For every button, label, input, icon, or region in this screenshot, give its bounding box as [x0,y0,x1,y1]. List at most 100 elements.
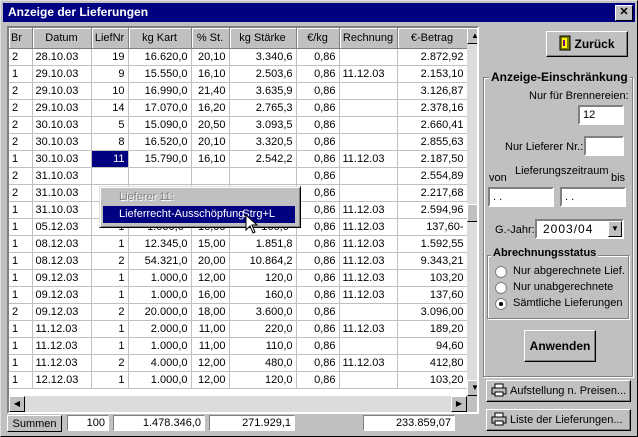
table-cell[interactable]: 1 [9,371,33,389]
table-cell[interactable]: 3.320,5 [229,133,297,151]
radio-nur-abgerechnete[interactable] [495,266,507,278]
table-cell[interactable]: 11.12.03 [32,354,92,372]
table-cell[interactable]: 12,00 [191,269,230,287]
scroll-left-icon[interactable]: ◀ [9,396,25,412]
column-header[interactable]: LiefNr [91,28,129,49]
table-cell[interactable]: 189,20 [397,320,468,338]
table-cell[interactable]: 1.592,55 [397,235,468,253]
table-cell[interactable]: 137,60 [397,286,468,304]
table-cell[interactable] [339,337,398,355]
table-cell[interactable]: 08.12.03 [32,252,92,270]
table-cell[interactable]: 20.000,0 [128,303,192,321]
table-row[interactable]: 2 29.10.03 14 17.070,0 16,20 2.765,3 0,86 2.378… [9,99,468,117]
back-button[interactable]: Zurück [546,31,628,57]
table-cell[interactable]: 480,0 [229,354,297,372]
table-cell[interactable]: 11.12.03 [339,65,398,83]
table-cell[interactable]: 29.10.03 [32,82,92,100]
column-header[interactable]: €/kg [296,28,340,49]
table-cell[interactable] [339,184,398,202]
table-cell[interactable]: 20,10 [191,133,230,151]
table-cell[interactable]: 0,86 [296,99,340,117]
table-cell[interactable]: 16,10 [191,150,230,168]
table-cell[interactable]: 2.153,10 [397,65,468,83]
von-date-input[interactable]: . . [488,187,554,207]
table-cell[interactable]: 0,86 [296,133,340,151]
table-cell[interactable]: 16.990,0 [128,82,192,100]
table-cell[interactable]: 94,60 [397,337,468,355]
table-cell[interactable] [339,99,398,117]
table-cell[interactable]: 3.126,87 [397,82,468,100]
table-cell[interactable]: 0,86 [296,218,340,236]
table-cell[interactable] [339,116,398,134]
table-cell[interactable]: 54.321,0 [128,252,192,270]
chevron-down-icon[interactable]: ▼ [608,221,622,237]
table-cell[interactable]: 16.520,0 [128,133,192,151]
table-cell[interactable]: 11.12.03 [32,320,92,338]
table-cell[interactable]: 11.12.03 [32,337,92,355]
table-cell[interactable]: 120,0 [229,371,297,389]
table-cell[interactable]: 2.542,2 [229,150,297,168]
table-cell[interactable]: 0,86 [296,303,340,321]
table-cell[interactable]: 10.864,2 [229,252,297,270]
table-cell[interactable]: 30.10.03 [32,150,92,168]
table-cell[interactable] [339,48,398,66]
table-cell[interactable]: 19 [91,48,129,66]
table-cell[interactable]: 2.872,92 [397,48,468,66]
table-cell[interactable]: 29.10.03 [32,99,92,117]
column-header[interactable]: Datum [32,28,92,49]
lieferer-input[interactable] [584,136,624,156]
table-cell[interactable]: 15,00 [191,235,230,253]
table-cell[interactable]: 1 [9,286,33,304]
table-cell[interactable]: 2 [9,99,33,117]
table-cell[interactable]: 1 [9,235,33,253]
radio-nur-unabgerechnete[interactable] [495,282,507,294]
table-cell[interactable]: 1 [91,371,129,389]
radio-saemtliche[interactable] [495,298,507,310]
table-cell[interactable]: 11.12.03 [339,354,398,372]
table-cell[interactable]: 11.12.03 [339,269,398,287]
table-cell[interactable]: 0,86 [296,48,340,66]
table-cell[interactable]: 2.503,6 [229,65,297,83]
table-cell[interactable]: 0,86 [296,320,340,338]
table-cell[interactable]: 1.000,0 [128,337,192,355]
table-cell[interactable]: 1.000,0 [128,371,192,389]
column-header[interactable]: kg Kart [128,28,192,49]
table-cell[interactable]: 11.12.03 [339,320,398,338]
table-cell[interactable]: 1 [9,201,33,219]
table-cell[interactable]: 1 [9,150,33,168]
table-cell[interactable]: 09.12.03 [32,286,92,304]
table-cell[interactable] [339,82,398,100]
table-cell[interactable]: 11.12.03 [339,286,398,304]
table-cell[interactable]: 11 [91,150,129,168]
table-cell[interactable]: 412,80 [397,354,468,372]
table-cell[interactable]: 28.10.03 [32,48,92,66]
close-button[interactable]: ✕ [615,5,633,21]
apply-button[interactable]: Anwenden [524,330,596,362]
table-cell[interactable]: 20,00 [191,252,230,270]
table-cell[interactable]: 220,0 [229,320,297,338]
table-cell[interactable]: 2 [9,48,33,66]
table-cell[interactable]: 0,86 [296,82,340,100]
menu-item-lieferrecht[interactable]: Lieferrecht-Ausschöpfung Strg+L [103,206,295,223]
table-cell[interactable]: 16.620,0 [128,48,192,66]
table-cell[interactable]: 1 [91,320,129,338]
column-header[interactable]: % St. [191,28,230,49]
table-cell[interactable]: 12,00 [191,354,230,372]
table-row[interactable]: 1 08.12.03 2 54.321,0 20,00 10.864,2 0,86 11.12… [9,252,468,270]
table-cell[interactable]: 2 [9,133,33,151]
table-cell[interactable]: 11.12.03 [339,150,398,168]
table-cell[interactable]: 2.217,68 [397,184,468,202]
table-cell[interactable]: 15.090,0 [128,116,192,134]
column-header[interactable]: kg Stärke [229,28,297,49]
table-cell[interactable]: 2 [91,252,129,270]
table-row[interactable]: 1 08.12.03 1 12.345,0 15,00 1.851,8 0,86 11.12.… [9,235,468,253]
aufstellung-button[interactable]: Aufstellung n. Preisen... [486,380,631,402]
table-cell[interactable] [339,303,398,321]
table-cell[interactable]: 11,00 [191,320,230,338]
table-cell[interactable]: 1 [9,218,33,236]
table-row[interactable]: 1 29.10.03 9 15.550,0 16,10 2.503,6 0,86 11.12.… [9,65,468,83]
table-cell[interactable]: 31.10.03 [32,201,92,219]
table-row[interactable]: 1 11.12.03 1 2.000,0 11,00 220,0 0,86 11.12.03 1… [9,320,468,338]
table-cell[interactable]: 2.594,96 [397,201,468,219]
table-cell[interactable]: 31.10.03 [32,184,92,202]
